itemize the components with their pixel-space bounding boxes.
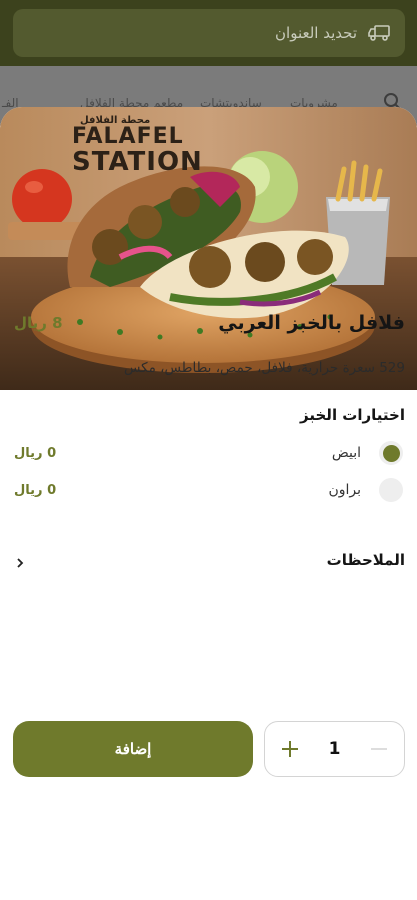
radio-button-selected[interactable] bbox=[379, 441, 403, 465]
logo-line-1: FALAFEL bbox=[72, 124, 184, 149]
bread-option-brown[interactable]: 0 ريال براون bbox=[14, 475, 417, 505]
item-description: 529 سعرة حرارية، فلافل، حمص، بطاطس، مكس bbox=[123, 360, 405, 376]
item-image: محطة الفلافل FALAFEL STATION bbox=[0, 107, 417, 390]
truck-icon bbox=[367, 23, 391, 43]
bread-options-heading: اختيارات الخبز bbox=[300, 406, 405, 424]
radio-button[interactable] bbox=[379, 478, 403, 502]
plus-icon[interactable] bbox=[278, 737, 302, 761]
item-title: فلافل بالخبز العربي bbox=[218, 312, 405, 334]
item-price: 8 ريال bbox=[14, 314, 63, 332]
background-header: تحديد العنوان bbox=[0, 0, 417, 66]
option-label: ابيض bbox=[331, 445, 361, 461]
delivery-address-bar[interactable]: تحديد العنوان bbox=[13, 9, 405, 57]
option-label: براون bbox=[328, 482, 361, 498]
bread-option-white[interactable]: 0 ريال ابيض bbox=[14, 438, 417, 468]
option-price: 0 ريال bbox=[14, 445, 57, 461]
item-title-row: 8 ريال فلافل بالخبز العربي bbox=[14, 312, 405, 334]
option-price: 0 ريال bbox=[14, 482, 57, 498]
quantity-stepper: 1 bbox=[264, 721, 405, 777]
address-label: تحديد العنوان bbox=[275, 24, 357, 42]
logo-line-2: STATION bbox=[72, 147, 203, 177]
chevron-right-icon bbox=[14, 554, 26, 568]
minus-icon[interactable] bbox=[367, 737, 391, 761]
notes-label: الملاحظات bbox=[326, 551, 405, 569]
quantity-value: 1 bbox=[328, 739, 341, 759]
notes-row[interactable]: الملاحظات bbox=[14, 546, 405, 574]
add-to-cart-button[interactable]: إضافة bbox=[13, 721, 253, 777]
restaurant-logo: محطة الفلافل FALAFEL STATION bbox=[72, 115, 203, 176]
